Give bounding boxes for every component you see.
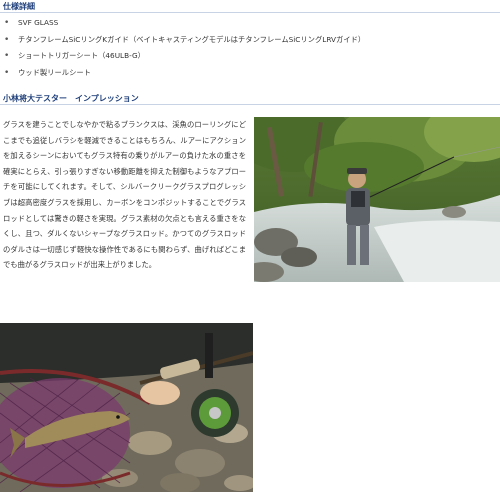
spec-heading: 仕様詳細 (3, 2, 35, 11)
impression-text: グラスを建うことでしなやかで粘るブランクスは、渓魚のローリングにどこまでも追従し… (3, 120, 246, 270)
impression-rule (0, 104, 500, 105)
spec-item: ウッド製リールシート (4, 65, 365, 82)
impression-heading: 小林将大テスター インプレッション (3, 94, 139, 103)
river-angler-photo (254, 117, 500, 282)
spec-item: チタンフレームSiCリングKガイド（ベイトキャスティングモデルはチタンフレームS… (4, 32, 365, 49)
spec-rule (0, 12, 500, 13)
trout-in-net-photo (0, 323, 253, 492)
spec-list: SVF GLASS チタンフレームSiCリングKガイド（ベイトキャスティングモデ… (4, 15, 365, 81)
spec-item: SVF GLASS (4, 15, 365, 32)
spec-item: ショートトリガーシート（46ULB-G） (4, 48, 365, 65)
